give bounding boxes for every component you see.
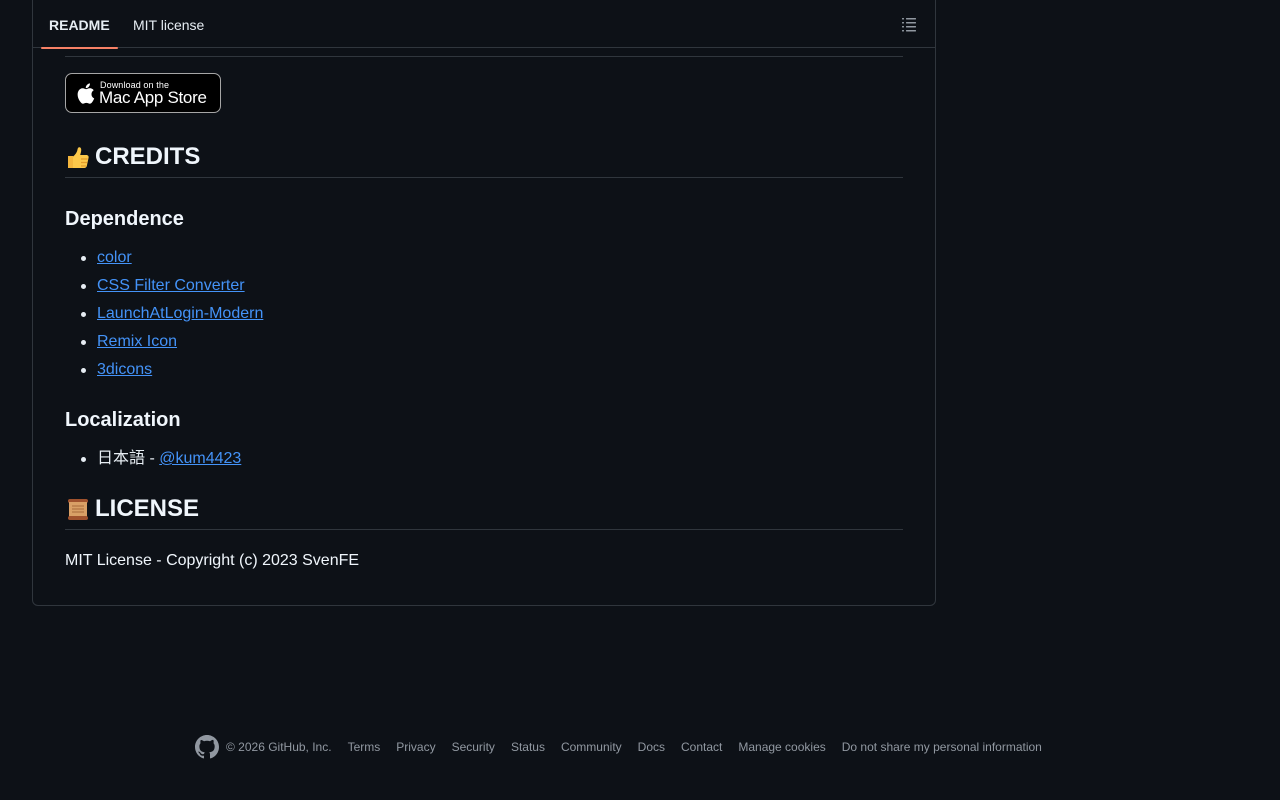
github-mark-icon[interactable] [195,735,219,759]
list-unordered-icon[interactable] [901,16,917,32]
dependence-heading: Dependence [65,208,184,230]
dependence-link-color[interactable]: color [97,249,132,266]
dependence-list: color CSS Filter Converter LaunchAtLogin… [65,246,263,386]
dependence-link-launchatlogin-modern[interactable]: LaunchAtLogin-Modern [97,305,263,322]
readme-panel: README MIT license Download on the Mac A… [32,0,936,606]
language-label: 日本語 - [97,450,160,467]
list-item: color [65,246,263,274]
tab-readme[interactable]: README [41,0,118,49]
footer-link-status[interactable]: Status [511,740,545,754]
footer-link-contact[interactable]: Contact [681,740,722,754]
site-footer: © 2026 GitHub, Inc. Terms Privacy Securi… [195,735,1042,759]
footer-link-security[interactable]: Security [452,740,495,754]
credits-heading: CREDITS [65,142,903,178]
list-item: 日本語 - @kum4423 [65,447,241,475]
list-item: CSS Filter Converter [65,274,263,302]
list-item: Remix Icon [65,330,263,358]
mac-app-store-badge[interactable]: Download on the Mac App Store [65,73,221,113]
scroll-emoji [68,499,88,520]
license-text: MIT License - Copyright (c) 2023 SvenFE [65,552,360,569]
contributor-link[interactable]: @kum4423 [159,450,241,467]
footer-link-do-not-share[interactable]: Do not share my personal information [842,740,1042,754]
readme-tabbar: README MIT license [33,0,935,49]
badge-big-text: Mac App Store [99,88,207,107]
footer-link-privacy[interactable]: Privacy [396,740,435,754]
dependence-link-remix-icon[interactable]: Remix Icon [97,333,177,350]
credits-title: CREDITS [95,143,201,170]
list-item: LaunchAtLogin-Modern [65,302,263,330]
license-title: LICENSE [95,495,200,522]
footer-link-terms[interactable]: Terms [348,740,381,754]
section-divider [65,56,903,57]
apple-logo-icon [77,83,95,104]
localization-list: 日本語 - @kum4423 [65,447,241,475]
thumbs-up-emoji [68,147,89,168]
dependence-link-css-filter-converter[interactable]: CSS Filter Converter [97,277,245,294]
license-heading: LICENSE [65,494,903,530]
footer-link-manage-cookies[interactable]: Manage cookies [738,740,825,754]
dependence-link-3dicons[interactable]: 3dicons [97,361,152,378]
list-item: 3dicons [65,358,263,386]
localization-heading: Localization [65,409,181,431]
footer-copyright: © 2026 GitHub, Inc. [226,740,332,754]
footer-link-docs[interactable]: Docs [638,740,665,754]
footer-link-community[interactable]: Community [561,740,622,754]
tab-mit-license[interactable]: MIT license [133,0,204,48]
